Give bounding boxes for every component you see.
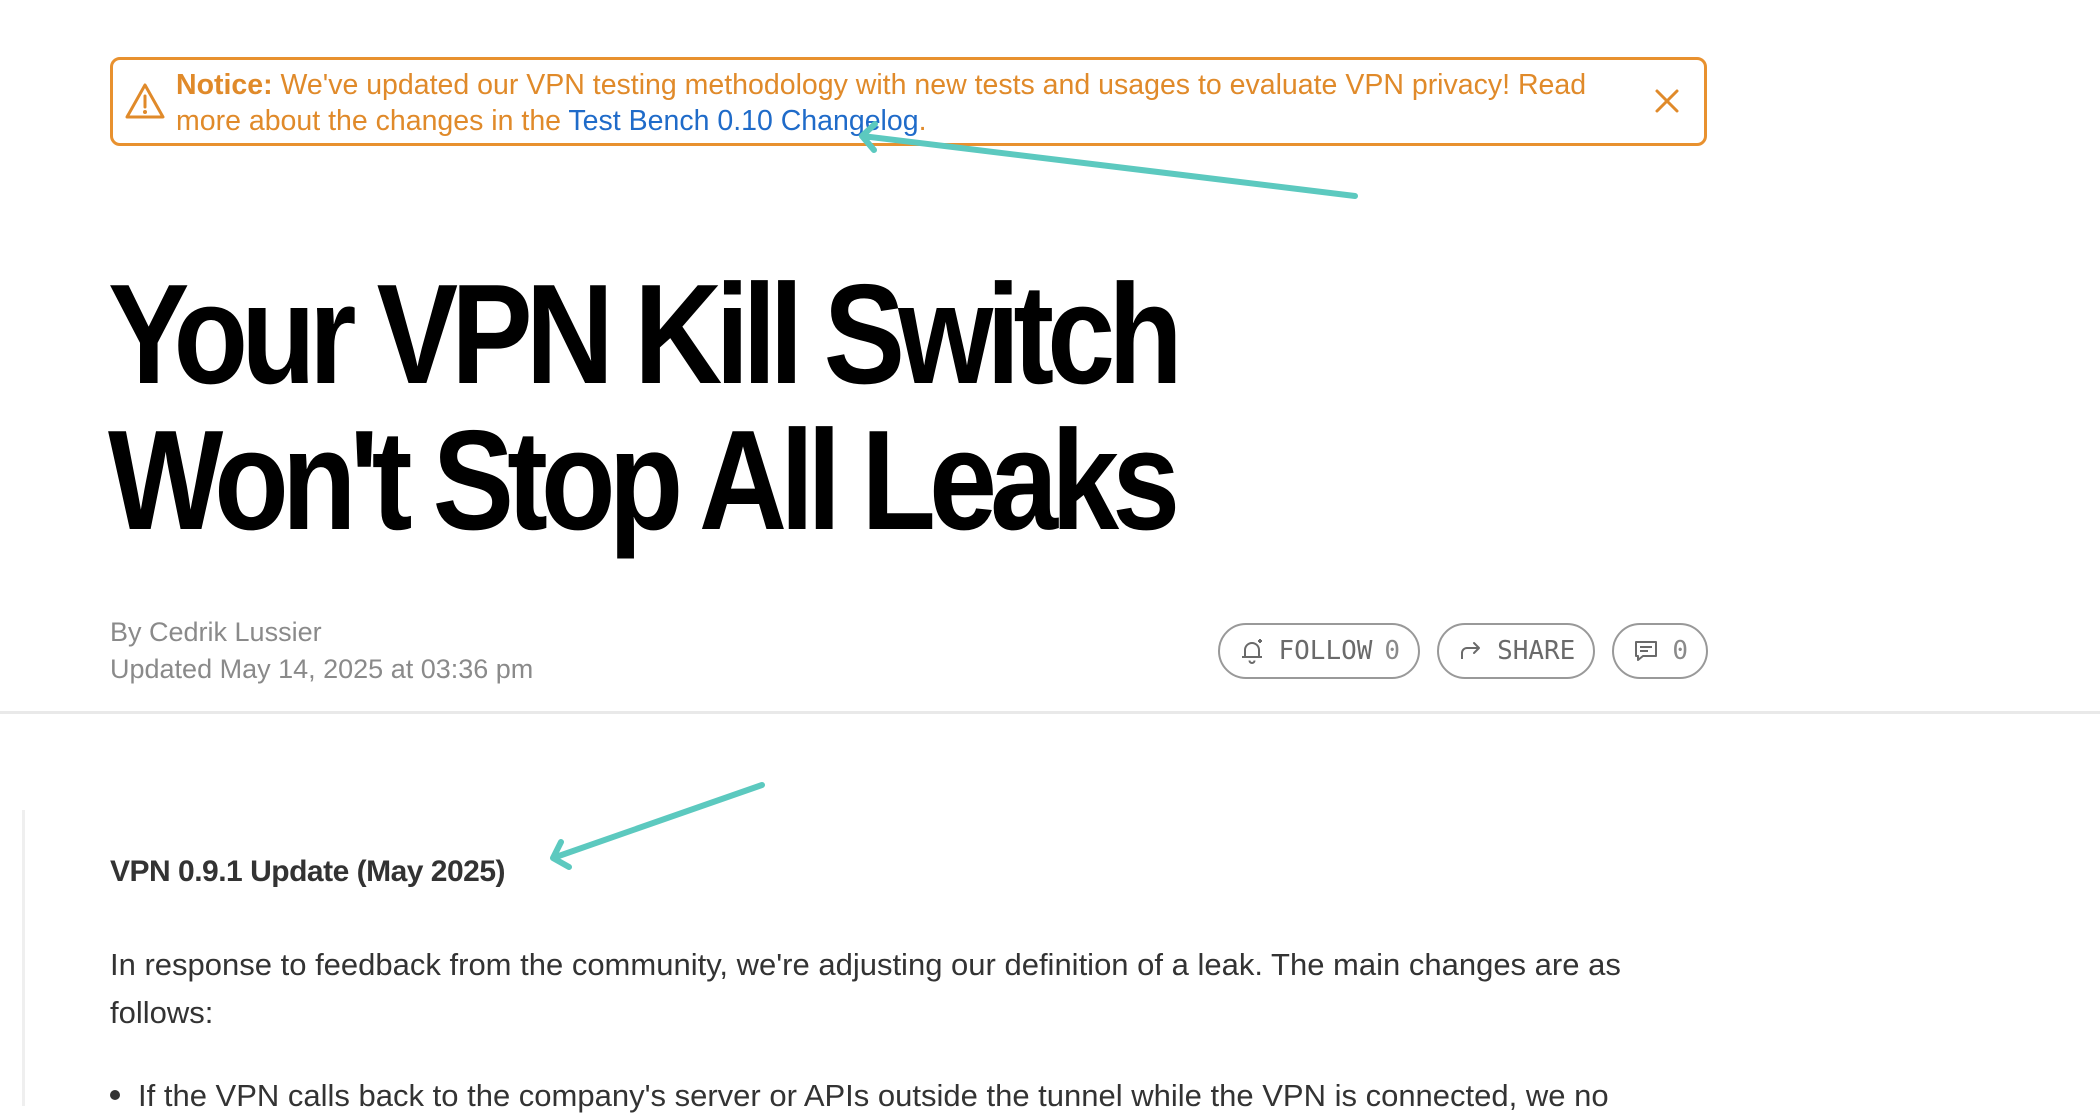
bell-icon bbox=[1242, 639, 1263, 664]
author-name: By Cedrik Lussier bbox=[110, 617, 322, 647]
notice-trailing: . bbox=[918, 105, 927, 137]
list-item: If the VPN calls back to the company's s… bbox=[110, 1072, 1720, 1120]
update-paragraph: In response to feedback from the communi… bbox=[110, 947, 1621, 1030]
notice-label: Notice: bbox=[176, 69, 273, 101]
updated-timestamp: Updated May 14, 2025 at 03:36 pm bbox=[110, 654, 534, 684]
article-actions: FOLLOW 0 SHARE 0 bbox=[1218, 623, 1708, 679]
update-heading: VPN 0.9.1 Update (May 2025) bbox=[110, 855, 506, 888]
comments-count: 0 bbox=[1672, 636, 1688, 666]
list-item-text: If the VPN calls back to the company's s… bbox=[138, 1078, 1609, 1113]
follow-label: FOLLOW bbox=[1278, 636, 1373, 666]
header-divider bbox=[0, 711, 2100, 714]
close-icon[interactable] bbox=[1652, 86, 1682, 116]
follow-button[interactable]: FOLLOW 0 bbox=[1218, 623, 1421, 679]
changelog-link[interactable]: Test Bench 0.10 Changelog bbox=[568, 105, 918, 137]
annotation-arrow-bottom bbox=[550, 782, 765, 870]
comments-button[interactable]: 0 bbox=[1612, 623, 1708, 679]
article-title: Your VPN Kill Switch Won't Stop All Leak… bbox=[108, 255, 1183, 560]
byline: By Cedrik Lussier Updated May 14, 2025 a… bbox=[110, 614, 533, 688]
quote-rule bbox=[22, 810, 25, 1106]
share-label: SHARE bbox=[1497, 636, 1576, 666]
bullet-dot bbox=[110, 1089, 120, 1100]
warning-icon bbox=[125, 83, 165, 119]
follow-count: 0 bbox=[1384, 636, 1401, 666]
page: Notice: We've updated our VPN testing me… bbox=[0, 0, 2100, 1113]
share-button[interactable]: SHARE bbox=[1437, 623, 1596, 679]
comment-icon bbox=[1635, 641, 1658, 661]
notice-banner: Notice: We've updated our VPN testing me… bbox=[110, 57, 1707, 146]
notice-text: Notice: We've updated our VPN testing me… bbox=[176, 67, 1616, 139]
share-arrow-icon bbox=[1461, 642, 1481, 659]
